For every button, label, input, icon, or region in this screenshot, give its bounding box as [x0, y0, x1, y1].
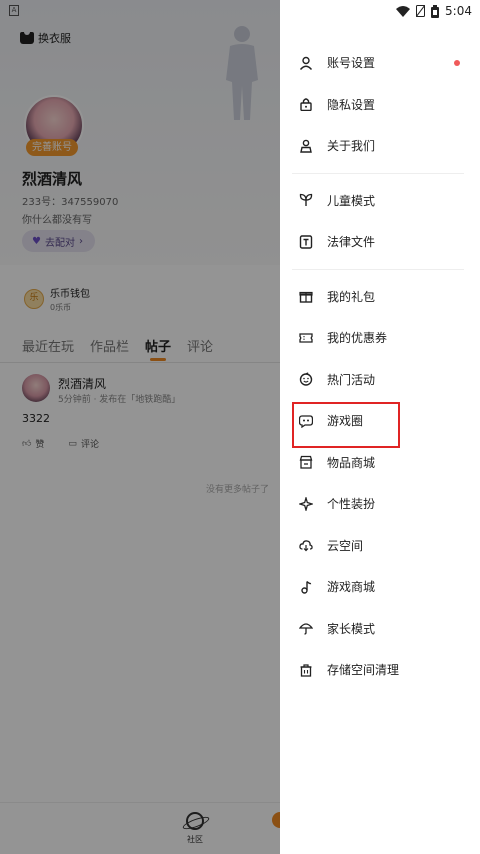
document-icon [299, 235, 313, 249]
coupon-icon [299, 331, 313, 345]
menu-item-privacy-settings[interactable]: 隐私设置 [280, 84, 480, 126]
menu-divider [292, 172, 464, 174]
menu-item-game-store[interactable]: 游戏商城 [280, 566, 480, 608]
menu-divider [292, 268, 464, 270]
highlight-box [292, 402, 400, 448]
notification-dot [454, 60, 460, 66]
drawer-menu: 账号设置 隐私设置 关于我们 儿童模式 法律文件 我的礼包 我的优惠券 热门活动… [280, 42, 480, 691]
status-time: 5:04 [445, 4, 472, 18]
menu-item-about-us[interactable]: 关于我们 [280, 125, 480, 167]
menu-item-kids-mode[interactable]: 儿童模式 [280, 180, 480, 222]
battery-icon [431, 4, 440, 18]
menu-label: 热门活动 [327, 372, 376, 387]
sparkle-icon [299, 496, 313, 511]
person-icon [299, 56, 313, 70]
menu-item-parent-mode[interactable]: 家长模式 [280, 608, 480, 650]
menu-label: 我的礼包 [327, 289, 376, 304]
cloud-icon [299, 538, 313, 552]
menu-item-hot-events[interactable]: 热门活动 [280, 359, 480, 401]
menu-label: 账号设置 [327, 56, 376, 71]
umbrella-icon [299, 621, 313, 635]
no-sim-icon [416, 5, 426, 17]
menu-label: 儿童模式 [327, 193, 376, 208]
menu-label: 存储空间清理 [327, 663, 400, 678]
menu-item-storage-cleanup[interactable]: 存储空间清理 [280, 649, 480, 691]
menu-item-my-coupons[interactable]: 我的优惠券 [280, 317, 480, 359]
lock-icon [299, 97, 313, 112]
menu-label: 隐私设置 [327, 97, 376, 112]
menu-label: 物品商城 [327, 455, 376, 470]
music-note-icon [299, 580, 313, 594]
menu-label: 家长模式 [327, 621, 376, 636]
menu-item-legal-documents[interactable]: 法律文件 [280, 221, 480, 263]
menu-label: 云空间 [327, 538, 364, 553]
menu-label: 个性装扮 [327, 497, 376, 512]
status-bar: 5:04 [396, 2, 472, 20]
menu-item-my-gifts[interactable]: 我的礼包 [280, 276, 480, 318]
menu-label: 法律文件 [327, 235, 376, 250]
gift-icon [299, 289, 313, 303]
store-icon [299, 455, 313, 469]
drawer-scrim[interactable] [0, 0, 280, 854]
smile-icon [299, 372, 313, 386]
menu-item-account-settings[interactable]: 账号设置 [280, 42, 480, 84]
user-outline-icon [299, 139, 313, 153]
menu-label: 我的优惠券 [327, 331, 388, 346]
menu-label: 关于我们 [327, 139, 376, 154]
sprout-icon [299, 193, 313, 207]
wifi-icon [396, 5, 411, 17]
menu-item-cloud-space[interactable]: 云空间 [280, 525, 480, 567]
menu-item-personal-decor[interactable]: 个性装扮 [280, 483, 480, 525]
menu-label: 游戏商城 [327, 580, 376, 595]
trash-icon [299, 663, 313, 677]
